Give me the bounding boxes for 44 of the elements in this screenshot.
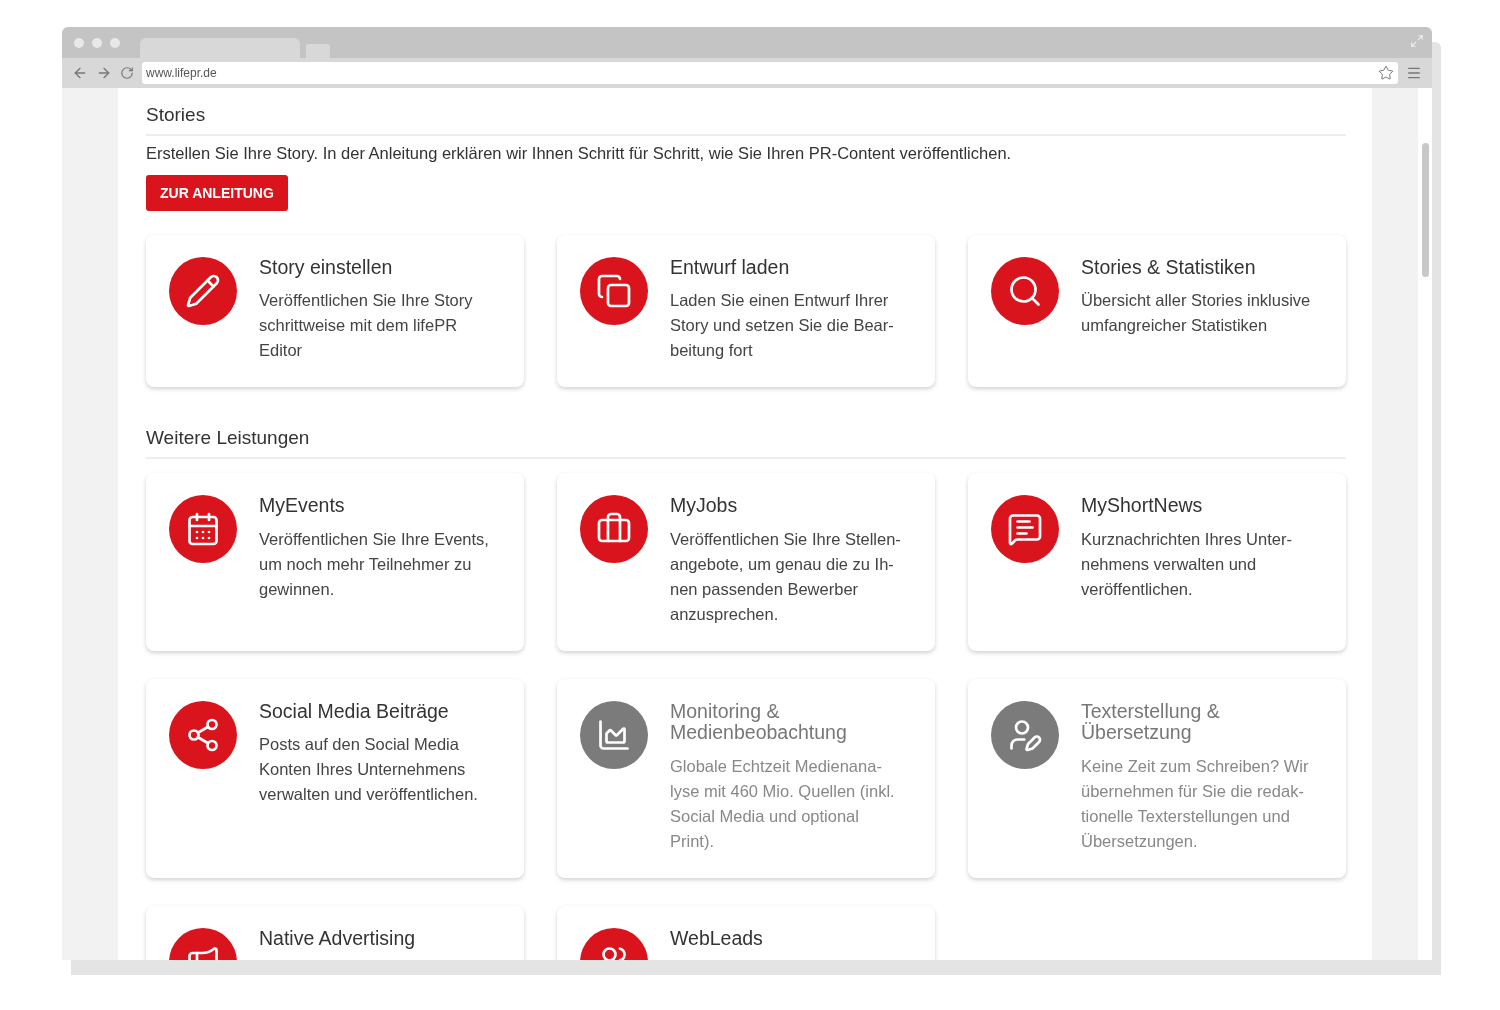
card-description: Veröffentlichen Sie Ihre Stellen- angebote, um genau die zu Ih- nen passenden Bewerber anzusprechen. bbox=[670, 528, 901, 625]
card-description: Globale Echtzeit Medienana- lyse mit 460 Mio. Quellen (inkl. Social Media und optional Print). bbox=[670, 755, 895, 852]
back-icon[interactable] bbox=[72, 65, 88, 81]
star-icon[interactable] bbox=[1378, 65, 1394, 81]
card-description: Kurznachrichten Ihres Unter- nehmens verwalten und veröffentlichen. bbox=[1081, 528, 1292, 600]
service-card[interactable]: WebLeads bbox=[557, 905, 935, 960]
card-description: Laden Sie einen Entwurf Ihrer Story und setzen Sie die Bear- beitung fort bbox=[670, 290, 894, 362]
card-title: Social Media Beiträge bbox=[259, 700, 450, 723]
forward-icon[interactable] bbox=[96, 65, 112, 81]
expand-icon[interactable] bbox=[1410, 34, 1424, 48]
address-bar[interactable]: www.lifepr.de bbox=[142, 62, 1398, 84]
card-description: Veröffentlichen Sie Ihre Events, um noch mehr Teilnehmer zu gewinnen. bbox=[259, 528, 489, 600]
section-heading: Weitere Leistungen bbox=[146, 427, 1346, 460]
window-dot[interactable] bbox=[92, 37, 102, 48]
service-card[interactable]: MyJobs Veröffentlichen Sie Ihre Stellen- angebote, um genau die zu Ih- nen passenden Bewerber anzusprechen. bbox=[557, 473, 935, 651]
service-card[interactable]: Story einstellen Veröffentlichen Sie Ihre Story schrittweise mit dem lifePR Editor bbox=[146, 235, 524, 388]
card-description: Keine Zeit zum Schreiben? Wir übernehmen für Sie die redak- tionelle Texterstellungen und Übersetzungen. bbox=[1081, 755, 1309, 852]
service-card[interactable]: Social Media Beiträge Posts auf den Social Media Konten Ihres Unternehmens verwalten und veröffentlichen. bbox=[146, 678, 524, 878]
card-title: Entwurf laden bbox=[670, 257, 791, 279]
card-description: Posts auf den Social Media Konten Ihres Unternehmens verwalten und veröffentlichen. bbox=[259, 734, 478, 806]
window-dot[interactable] bbox=[110, 37, 120, 48]
intro-text: Erstellen Sie Ihre Story. In der Anleitung erklären wir Ihnen Schritt für Schritt, wie Sie Ihren PR-Content veröffentlichen. bbox=[146, 144, 1013, 163]
guide-button[interactable]: ZUR ANLEITUNG bbox=[146, 175, 288, 211]
card-title: WebLeads bbox=[670, 927, 763, 950]
card-description: Übersicht aller Stories inklusive umfangreicher Statistiken bbox=[1081, 290, 1311, 337]
service-card[interactable]: Entwurf laden Laden Sie einen Entwurf Ihrer Story und setzen Sie die Bear- beitung fort bbox=[557, 235, 935, 388]
card-title: Story einstellen bbox=[259, 257, 394, 279]
reload-icon[interactable] bbox=[120, 66, 134, 80]
menu-icon[interactable] bbox=[1406, 65, 1422, 81]
card-title: Monitoring & Medienbeobachtung bbox=[670, 700, 848, 744]
card-title: Texterstellung & Übersetzung bbox=[1081, 700, 1221, 744]
card-title: MyShortNews bbox=[1081, 495, 1204, 517]
section-heading: Stories bbox=[146, 104, 1346, 136]
card-description: Veröffentlichen Sie Ihre Story schrittweise mit dem lifePR Editor bbox=[259, 290, 473, 362]
service-card[interactable]: MyEvents Veröffentlichen Sie Ihre Events, um noch mehr Teilnehmer zu gewinnen. bbox=[146, 473, 524, 651]
card-title: MyJobs bbox=[670, 495, 739, 517]
service-card[interactable]: MyShortNews Kurznachrichten Ihres Unter- nehmens verwalten und veröffentlichen. bbox=[968, 473, 1346, 651]
url-text: www.lifepr.de bbox=[146, 66, 217, 80]
card-title: MyEvents bbox=[259, 495, 346, 517]
card-title: Stories & Statistiken bbox=[1081, 257, 1257, 279]
service-card[interactable]: Stories & Statistiken Übersicht aller Stories inklusive umfangreicher Statistiken bbox=[968, 235, 1346, 388]
window-dot[interactable] bbox=[74, 37, 84, 48]
card-title: Native Advertising bbox=[259, 927, 416, 950]
service-card[interactable]: Native Advertising bbox=[146, 905, 524, 960]
